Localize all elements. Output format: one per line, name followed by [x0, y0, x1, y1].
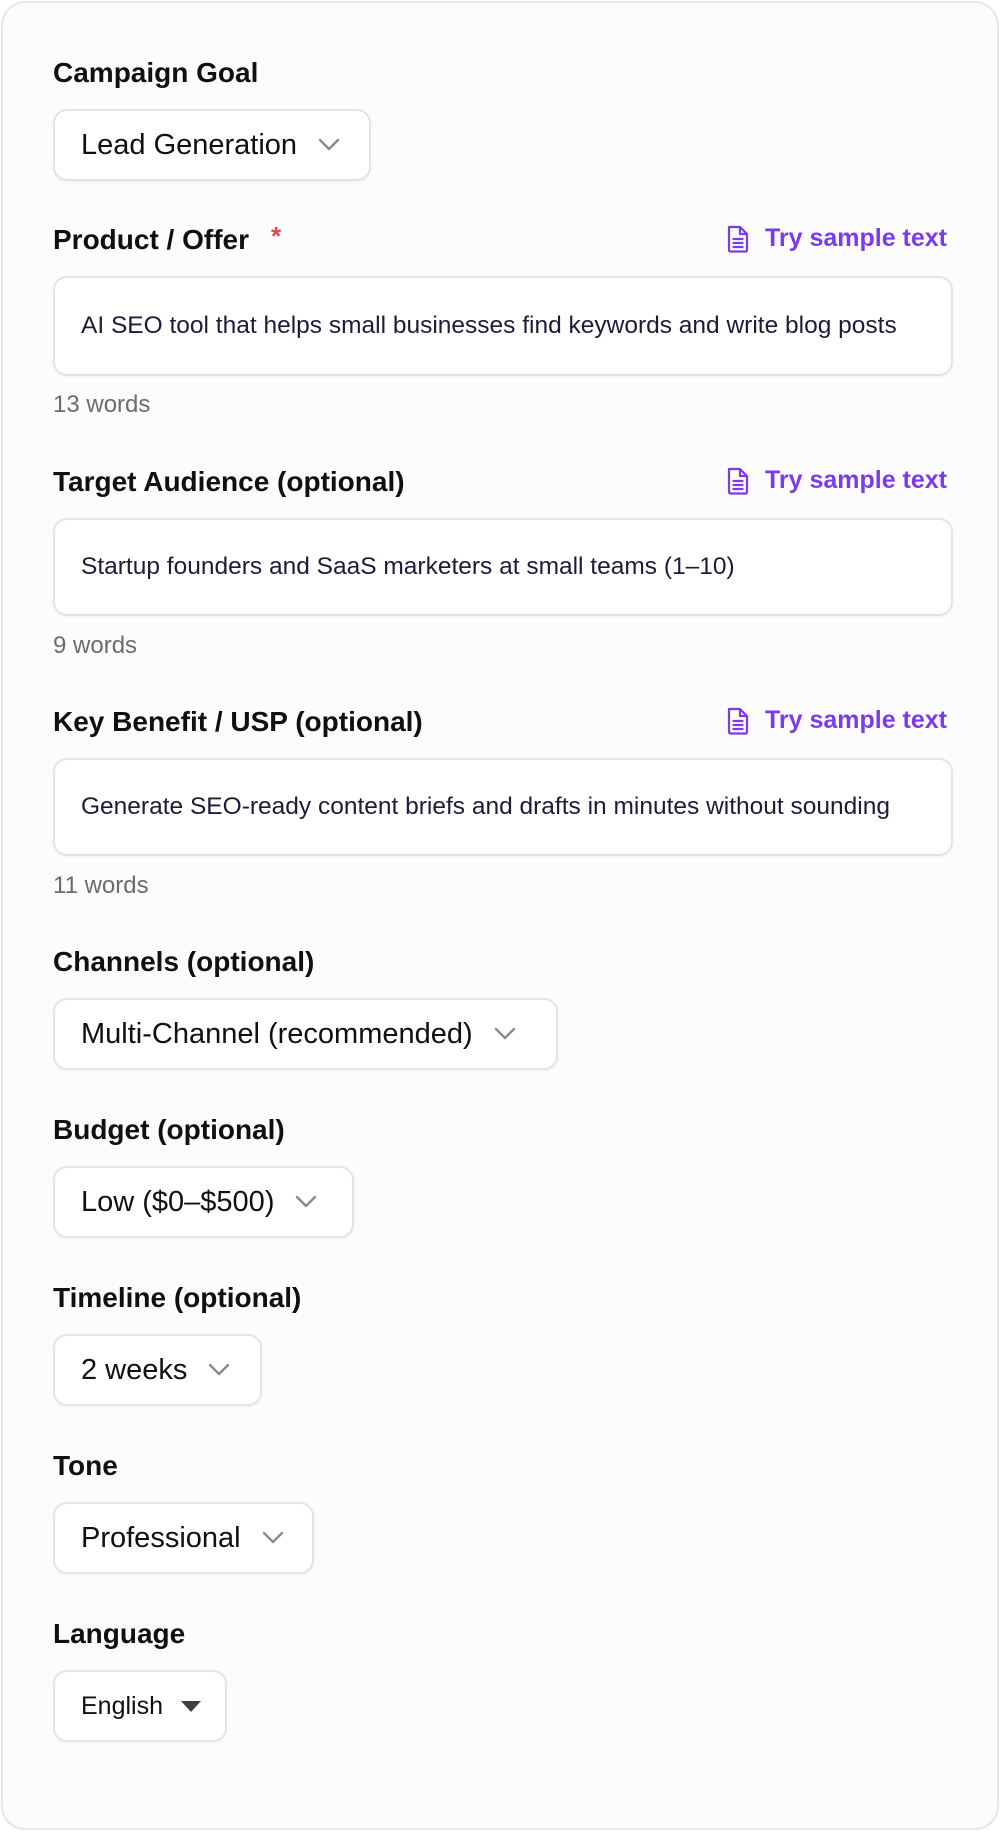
product-offer-label-text: Product / Offer: [53, 224, 250, 255]
product-offer-label: Product / Offer *: [53, 221, 282, 257]
campaign-goal-value: Lead Generation: [81, 128, 298, 161]
product-offer-word-count: 13 words: [53, 391, 151, 418]
language-label: Language: [53, 1618, 186, 1649]
target-audience-sample-link[interactable]: Try sample text: [725, 466, 947, 495]
product-offer-input[interactable]: [81, 312, 925, 340]
campaign-goal-select[interactable]: Lead Generation: [53, 109, 371, 181]
timeline-value: 2 weeks: [81, 1353, 188, 1386]
target-audience-input-box[interactable]: [53, 518, 953, 616]
caret-down-icon: [181, 1700, 201, 1712]
tone-value: Professional: [81, 1521, 241, 1554]
channels-value: Multi-Channel (recommended): [81, 1017, 473, 1050]
product-offer-input-box[interactable]: [53, 276, 953, 376]
sample-link-label: Try sample text: [764, 466, 947, 494]
document-icon: [725, 225, 751, 253]
target-audience-word-count: 9 words: [53, 632, 138, 659]
timeline-select[interactable]: 2 weeks: [53, 1334, 262, 1406]
key-benefit-input[interactable]: [81, 793, 925, 821]
channels-label: Channels (optional): [53, 946, 315, 977]
key-benefit-label: Key Benefit / USP (optional): [53, 706, 423, 737]
target-audience-input[interactable]: [81, 553, 925, 581]
tone-select[interactable]: Professional: [53, 1502, 314, 1574]
required-marker: *: [271, 221, 282, 251]
sample-link-label: Try sample text: [764, 224, 947, 252]
timeline-label: Timeline (optional): [53, 1282, 302, 1313]
budget-label: Budget (optional): [53, 1114, 285, 1145]
chevron-down-icon: [261, 1526, 285, 1550]
language-select[interactable]: English: [53, 1670, 227, 1742]
target-audience-label: Target Audience (optional): [53, 466, 405, 497]
chevron-down-icon: [493, 1022, 517, 1046]
chevron-down-icon: [294, 1190, 318, 1214]
channels-select[interactable]: Multi-Channel (recommended): [53, 998, 558, 1070]
key-benefit-sample-link[interactable]: Try sample text: [725, 706, 947, 735]
product-offer-sample-link[interactable]: Try sample text: [725, 224, 947, 253]
document-icon: [725, 467, 751, 495]
form-card: Campaign Goal Lead Generation Product / …: [1, 1, 999, 1830]
language-value: English: [81, 1691, 163, 1720]
chevron-down-icon: [317, 133, 341, 157]
tone-label: Tone: [53, 1450, 118, 1481]
chevron-down-icon: [207, 1358, 231, 1382]
sample-link-label: Try sample text: [764, 706, 947, 734]
budget-value: Low ($0–$500): [81, 1185, 275, 1218]
document-icon: [725, 707, 751, 735]
budget-select[interactable]: Low ($0–$500): [53, 1166, 354, 1238]
key-benefit-input-box[interactable]: [53, 758, 953, 856]
campaign-goal-label: Campaign Goal: [53, 57, 259, 88]
key-benefit-word-count: 11 words: [53, 872, 149, 899]
